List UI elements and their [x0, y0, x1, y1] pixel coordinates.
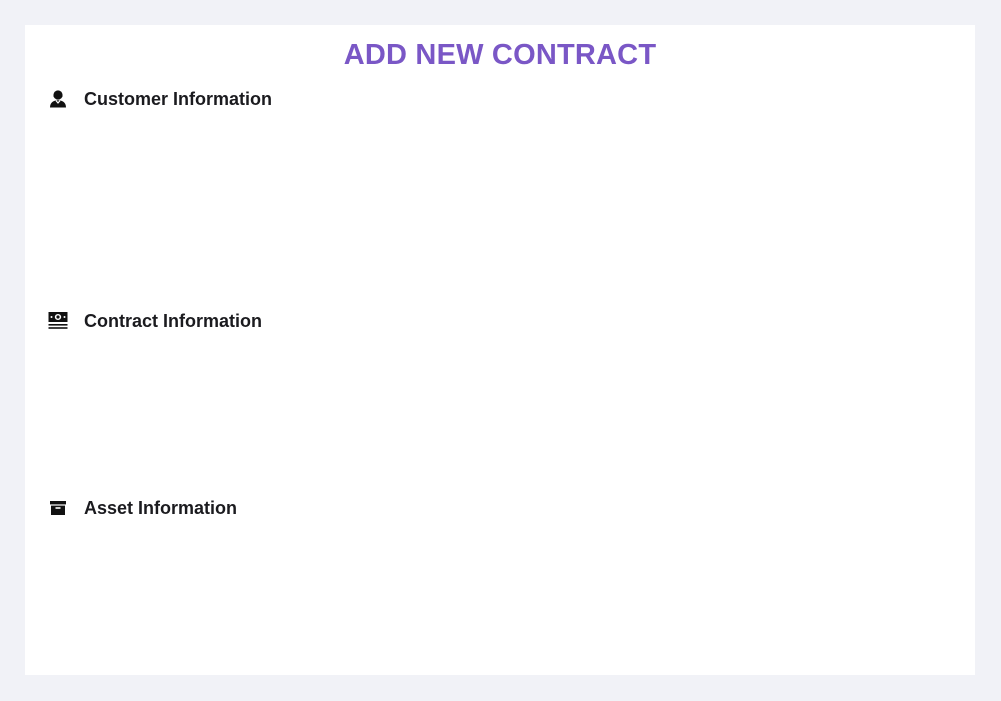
page-title: ADD NEW CONTRACT — [343, 39, 657, 71]
asset-information-section-header: Asset Information — [48, 496, 237, 520]
customer-information-title: Customer Information — [84, 89, 273, 109]
user-icon — [48, 89, 68, 109]
asset-information-title: Asset Information — [84, 498, 238, 518]
money-icon — [48, 311, 68, 331]
form-card: ADD NEW CONTRACT Customer Information Co… — [25, 25, 975, 675]
contract-information-section-header: Contract Information — [48, 309, 262, 333]
archive-box-icon — [48, 498, 68, 518]
contract-information-title: Contract Information — [84, 311, 262, 331]
customer-information-section-header: Customer Information — [48, 87, 272, 111]
